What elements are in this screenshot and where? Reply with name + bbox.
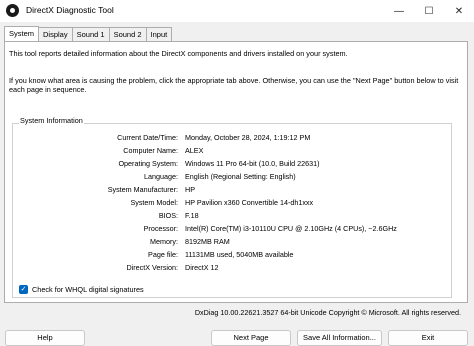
intro-text-2: If you know what area is causing the pro… bbox=[9, 76, 459, 95]
info-label: BIOS: bbox=[158, 211, 178, 220]
tab-sound-2[interactable]: Sound 2 bbox=[108, 27, 147, 41]
maximize-button[interactable]: ☐ bbox=[414, 0, 444, 22]
info-label: System Model: bbox=[130, 198, 178, 207]
info-label: Language: bbox=[144, 172, 178, 181]
info-row-model: System Model: HP Pavilion x360 Convertib… bbox=[0, 198, 470, 209]
tab-input[interactable]: Input bbox=[145, 27, 173, 41]
info-label: Processor: bbox=[143, 224, 178, 233]
info-value: Windows 11 Pro 64-bit (10.0, Build 22631… bbox=[185, 159, 320, 168]
intro-text-1: This tool reports detailed information a… bbox=[9, 49, 348, 58]
info-row-language: Language: English (Regional Setting: Eng… bbox=[0, 172, 470, 183]
info-value: 8192MB RAM bbox=[185, 237, 230, 246]
whql-checkbox-row[interactable]: ✓ Check for WHQL digital signatures bbox=[19, 285, 144, 294]
info-value: DirectX 12 bbox=[185, 263, 219, 272]
info-label: Operating System: bbox=[118, 159, 178, 168]
exit-button[interactable]: Exit bbox=[388, 330, 468, 346]
next-page-button[interactable]: Next Page bbox=[211, 330, 291, 346]
info-row-datetime: Current Date/Time: Monday, October 28, 2… bbox=[0, 133, 470, 144]
info-value: ALEX bbox=[185, 146, 204, 155]
tab-system[interactable]: System bbox=[4, 26, 40, 41]
window-title: DirectX Diagnostic Tool bbox=[26, 5, 114, 15]
info-row-page-file: Page file: 11131MB used, 5040MB availabl… bbox=[0, 250, 470, 261]
dxdiag-version-copyright: DxDiag 10.00.22621.3527 64-bit Unicode C… bbox=[194, 308, 461, 317]
info-value: HP Pavilion x360 Convertible 14-dh1xxx bbox=[185, 198, 314, 207]
info-row-bios: BIOS: F.18 bbox=[0, 211, 470, 222]
info-label: Page file: bbox=[148, 250, 178, 259]
info-row-directx-version: DirectX Version: DirectX 12 bbox=[0, 263, 470, 274]
info-label: Computer Name: bbox=[123, 146, 178, 155]
info-row-computer-name: Computer Name: ALEX bbox=[0, 146, 470, 157]
minimize-button[interactable]: — bbox=[384, 0, 414, 22]
info-label: Memory: bbox=[150, 237, 178, 246]
info-label: System Manufacturer: bbox=[107, 185, 178, 194]
tab-sound-1[interactable]: Sound 1 bbox=[71, 27, 110, 41]
system-information-title: System Information bbox=[19, 116, 84, 125]
close-button[interactable]: ✕ bbox=[444, 0, 474, 22]
whql-checkbox[interactable]: ✓ bbox=[19, 285, 28, 294]
info-value: 11131MB used, 5040MB available bbox=[185, 250, 294, 259]
info-row-processor: Processor: Intel(R) Core(TM) i3-10110U C… bbox=[0, 224, 470, 235]
whql-checkbox-label[interactable]: Check for WHQL digital signatures bbox=[32, 285, 144, 294]
info-value: English (Regional Setting: English) bbox=[185, 172, 296, 181]
info-label: DirectX Version: bbox=[126, 263, 178, 272]
help-button[interactable]: Help bbox=[5, 330, 85, 346]
save-all-information-button[interactable]: Save All Information... bbox=[297, 330, 382, 346]
info-row-memory: Memory: 8192MB RAM bbox=[0, 237, 470, 248]
info-label: Current Date/Time: bbox=[117, 133, 178, 142]
tab-strip: System Display Sound 1 Sound 2 Input bbox=[4, 26, 173, 41]
info-value: F.18 bbox=[185, 211, 199, 220]
tab-display[interactable]: Display bbox=[38, 27, 73, 41]
info-row-operating-system: Operating System: Windows 11 Pro 64-bit … bbox=[0, 159, 470, 170]
info-value: Monday, October 28, 2024, 1:19:12 PM bbox=[185, 133, 311, 142]
info-value: Intel(R) Core(TM) i3-10110U CPU @ 2.10GH… bbox=[185, 224, 397, 233]
directx-app-icon bbox=[6, 4, 19, 17]
title-bar: DirectX Diagnostic Tool — ☐ ✕ bbox=[0, 0, 474, 22]
info-row-manufacturer: System Manufacturer: HP bbox=[0, 185, 470, 196]
info-value: HP bbox=[185, 185, 195, 194]
